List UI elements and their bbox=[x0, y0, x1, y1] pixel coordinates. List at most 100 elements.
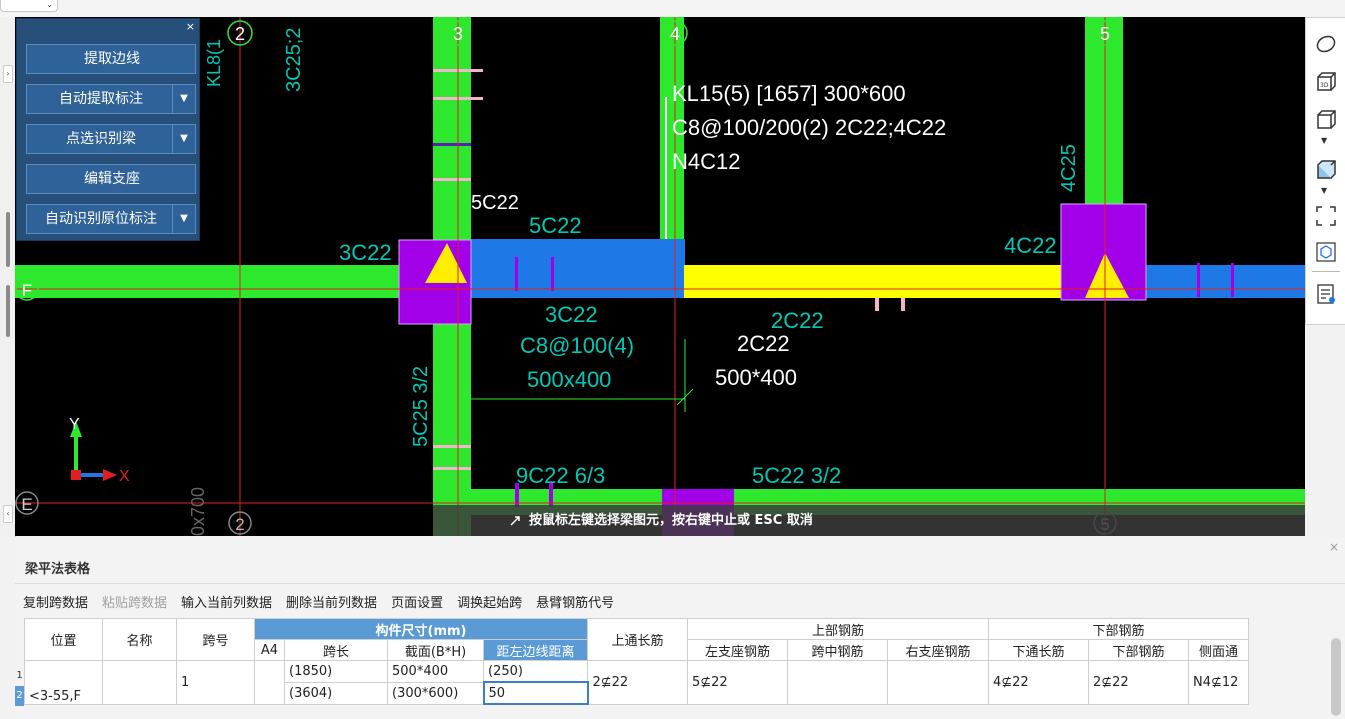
extract-edge-button[interactable]: 提取边线 bbox=[26, 44, 196, 74]
cell-bottom-through[interactable]: 4⊈22 bbox=[988, 660, 1089, 705]
paste-span-button[interactable]: 粘贴跨数据 bbox=[102, 596, 167, 611]
table-toolbar: 复制跨数据 粘贴跨数据 输入当前列数据 删除当前列数据 页面设置 调换起始跨 悬臂钢筋代号 bbox=[23, 592, 628, 611]
cell-section[interactable]: (300*600) bbox=[387, 681, 484, 705]
col-group-size[interactable]: 构件尺寸(mm) bbox=[254, 618, 588, 640]
cell-section[interactable]: 500*400 bbox=[387, 660, 484, 683]
cell-a4[interactable] bbox=[254, 660, 285, 705]
cube-outline-icon[interactable] bbox=[1314, 108, 1338, 132]
col-right-support[interactable]: 右支座钢筋 bbox=[887, 639, 989, 661]
ellipse-icon[interactable] bbox=[1314, 32, 1338, 56]
col-position[interactable]: 位置 bbox=[24, 618, 103, 661]
svg-text:3: 3 bbox=[453, 24, 463, 44]
expand-arrow-icon[interactable]: › bbox=[3, 65, 13, 83]
beam-yellow bbox=[684, 265, 1104, 298]
auto-extract-label-button[interactable]: 自动提取标注 ▼ bbox=[26, 84, 196, 114]
dock-handle[interactable] bbox=[6, 285, 10, 337]
svg-text:4: 4 bbox=[670, 24, 680, 44]
col-group-bottom[interactable]: 下部钢筋 bbox=[988, 618, 1249, 640]
auto-identify-in-situ-button[interactable]: 自动识别原位标注 ▼ bbox=[26, 204, 196, 234]
svg-text:3C22: 3C22 bbox=[545, 302, 598, 327]
copy-span-button[interactable]: 复制跨数据 bbox=[23, 596, 88, 611]
view-toolbar: 3D ▼ ▼ bbox=[1305, 17, 1345, 325]
dropdown-arrow-icon[interactable]: ▼ bbox=[172, 85, 195, 113]
cell-span-length[interactable]: (1850) bbox=[284, 660, 388, 683]
svg-text:Y: Y bbox=[69, 416, 80, 433]
row-header: 1 2 bbox=[15, 666, 24, 706]
vertical-scrollbar[interactable] bbox=[1331, 638, 1341, 716]
col-name[interactable]: 名称 bbox=[102, 618, 177, 661]
dock-handle[interactable] bbox=[6, 212, 10, 267]
cell-right-support[interactable] bbox=[887, 660, 989, 705]
cell-side[interactable]: N4⊈12 bbox=[1188, 660, 1249, 705]
axis-bubble-2-bottom: 2 bbox=[228, 511, 252, 535]
cad-canvas[interactable]: 2 3 4 5 F E E 2 5 KL15(5) [1657] 300*600… bbox=[15, 17, 1305, 536]
label-5C22: 5C22 bbox=[471, 192, 519, 214]
delete-column-button[interactable]: 删除当前列数据 bbox=[286, 596, 377, 611]
cell-distance[interactable]: (250) bbox=[483, 660, 588, 683]
view-cube-icon[interactable] bbox=[1314, 240, 1338, 264]
col-side[interactable]: 侧面通 bbox=[1188, 639, 1249, 661]
col-span-length[interactable]: 跨长 bbox=[284, 639, 388, 661]
cell-span-length[interactable]: (3604) bbox=[284, 681, 388, 705]
svg-text:5C22: 5C22 bbox=[529, 213, 582, 238]
cantilever-code-button[interactable]: 悬臂钢筋代号 bbox=[536, 596, 614, 611]
svg-text:5C25 3/2: 5C25 3/2 bbox=[410, 366, 432, 447]
cad-drawing[interactable]: 2 3 4 5 F E E 2 5 KL15(5) [1657] 300*600… bbox=[15, 17, 1305, 536]
close-icon[interactable]: × bbox=[186, 20, 195, 33]
page-setup-button[interactable]: 页面设置 bbox=[391, 596, 443, 611]
cube-solid-icon[interactable] bbox=[1314, 158, 1338, 182]
chevron-down-icon[interactable]: ▼ bbox=[1321, 186, 1327, 195]
cursor-icon bbox=[510, 516, 520, 526]
cell-left-support[interactable]: 5⊈22 bbox=[687, 660, 788, 705]
cell-top-through[interactable]: 2⊈22 bbox=[587, 660, 688, 705]
cell-distance-editing[interactable]: 50 bbox=[482, 681, 589, 705]
edit-support-button[interactable]: 编辑支座 bbox=[26, 164, 196, 194]
row-number[interactable]: 2 bbox=[15, 686, 24, 706]
label-500x400: 500*400 bbox=[715, 365, 797, 390]
col-top-through[interactable]: 上通长筋 bbox=[587, 618, 688, 661]
beam-table: 位置 名称 跨号 构件尺寸(mm) 上通长筋 上部钢筋 下部钢筋 A4 跨长 截… bbox=[24, 618, 1249, 705]
svg-text:5C22 3/2: 5C22 3/2 bbox=[752, 463, 841, 488]
col-a4[interactable]: A4 bbox=[254, 639, 285, 661]
svg-text:500x400: 500x400 bbox=[527, 367, 611, 392]
svg-text:0x700: 0x700 bbox=[188, 487, 208, 536]
svg-text:2C22: 2C22 bbox=[771, 308, 824, 333]
swap-start-span-button[interactable]: 调换起始跨 bbox=[457, 596, 522, 611]
beam-recognition-panel: × 提取边线 自动提取标注 ▼ 点选识别梁 ▼ 编辑支座 自动识别原位标注 ▼ bbox=[16, 18, 200, 241]
col-group-top[interactable]: 上部钢筋 bbox=[687, 618, 989, 640]
collapse-arrow-icon[interactable]: ‹ bbox=[3, 505, 13, 523]
cell-name[interactable] bbox=[102, 660, 177, 705]
col-section[interactable]: 截面(B*H) bbox=[387, 639, 484, 661]
pick-beam-button[interactable]: 点选识别梁 ▼ bbox=[26, 124, 196, 154]
chevron-down-icon[interactable]: ⌄ bbox=[0, 0, 58, 12]
beam-column-5 bbox=[1085, 17, 1123, 227]
fullscreen-icon[interactable] bbox=[1314, 204, 1338, 228]
chevron-down-icon[interactable]: ▼ bbox=[1321, 136, 1327, 145]
row-number[interactable]: 1 bbox=[15, 666, 24, 686]
col-bottom-bar[interactable]: 下部钢筋 bbox=[1088, 639, 1189, 661]
ucs-axis-icon: Y X bbox=[69, 416, 130, 485]
list-view-icon[interactable] bbox=[1314, 282, 1338, 306]
cube-3d-icon[interactable]: 3D bbox=[1314, 70, 1338, 94]
svg-text:F: F bbox=[22, 281, 32, 300]
left-dock-strip: › ‹ bbox=[0, 17, 16, 537]
cell-mid[interactable] bbox=[787, 660, 888, 705]
col-mid[interactable]: 跨中钢筋 bbox=[787, 639, 888, 661]
input-column-button[interactable]: 输入当前列数据 bbox=[181, 596, 272, 611]
svg-text:X: X bbox=[119, 468, 130, 485]
svg-text:C8@100(4): C8@100(4) bbox=[520, 333, 634, 358]
dropdown-arrow-icon[interactable]: ▼ bbox=[172, 125, 195, 153]
close-icon[interactable]: × bbox=[1329, 540, 1339, 554]
cell-span-no[interactable]: 1 bbox=[176, 660, 255, 705]
svg-text:9C22 6/3: 9C22 6/3 bbox=[516, 463, 605, 488]
col-span-no[interactable]: 跨号 bbox=[176, 618, 255, 661]
dropdown-arrow-icon[interactable]: ▼ bbox=[172, 205, 195, 233]
col-left-support[interactable]: 左支座钢筋 bbox=[687, 639, 788, 661]
col-distance[interactable]: 距左边线距离 bbox=[483, 639, 588, 661]
col-bottom-through[interactable]: 下通长筋 bbox=[988, 639, 1089, 661]
svg-text:5: 5 bbox=[1100, 24, 1110, 44]
axis-bubble-2: 2 bbox=[227, 20, 253, 46]
beam-label-line3: N4C12 bbox=[672, 149, 740, 174]
cell-position[interactable]: <3-55,F bbox=[24, 660, 103, 705]
cell-bottom-bar[interactable]: 2⊈22 bbox=[1088, 660, 1189, 705]
